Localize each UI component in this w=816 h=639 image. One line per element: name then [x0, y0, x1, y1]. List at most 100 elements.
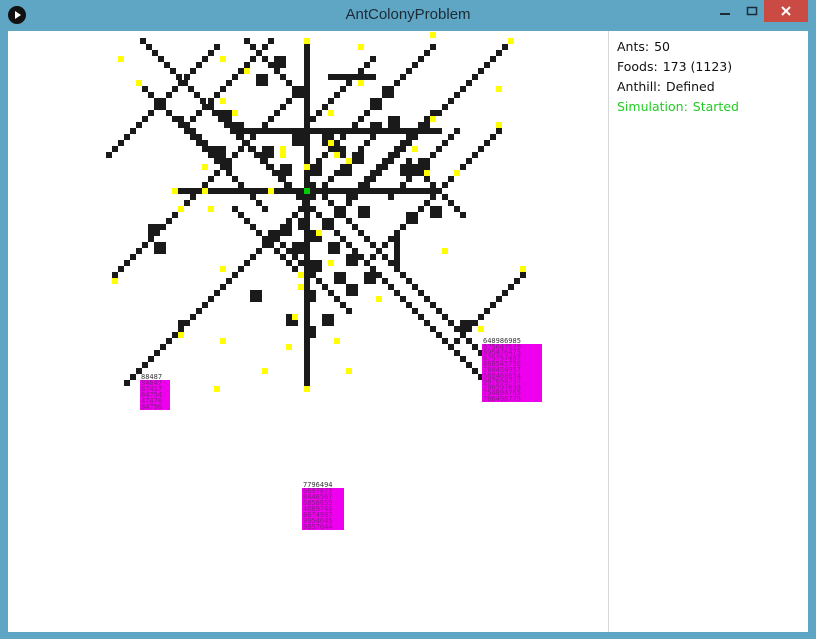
trail-cell: [436, 308, 442, 314]
trail-cell: [202, 140, 208, 146]
trail-cell: [370, 266, 376, 272]
trail-cell: [304, 104, 310, 110]
food-pellet: [118, 56, 124, 62]
trail-cluster: [418, 158, 430, 170]
trail-cell: [442, 182, 448, 188]
food-pellet: [346, 158, 352, 164]
trail-cell: [146, 44, 152, 50]
trail-cell: [352, 188, 358, 194]
trail-cell: [202, 104, 208, 110]
trail-cell: [400, 296, 406, 302]
trail-cell: [418, 290, 424, 296]
trail-cell: [238, 134, 244, 140]
trail-cell: [382, 188, 388, 194]
trail-cell: [280, 188, 286, 194]
trail-cell: [436, 146, 442, 152]
trail-cluster: [148, 224, 160, 236]
trail-cell: [208, 296, 214, 302]
trail-cell: [418, 206, 424, 212]
trail-cell: [442, 140, 448, 146]
trail-cell: [220, 164, 226, 170]
trail-cell: [232, 152, 238, 158]
food-pellet: [346, 368, 352, 374]
food-pellet: [508, 38, 514, 44]
trail-cell: [454, 350, 460, 356]
maximize-button[interactable]: [740, 0, 764, 22]
anthill: [304, 188, 310, 194]
trail-cell: [304, 320, 310, 326]
trail-cell: [346, 242, 352, 248]
trail-cell: [214, 170, 220, 176]
trail-cell: [346, 200, 352, 206]
trail-cell: [400, 224, 406, 230]
food-pellet: [358, 80, 364, 86]
trail-cell: [358, 230, 364, 236]
food-pellet: [328, 260, 334, 266]
food-pellet: [202, 164, 208, 170]
trail-cell: [370, 254, 376, 260]
trail-cell: [286, 182, 292, 188]
trail-cell: [274, 188, 280, 194]
trail-cell: [424, 128, 430, 134]
trail-cell: [304, 374, 310, 380]
trail-cell: [322, 224, 328, 230]
food-pellet: [298, 284, 304, 290]
client-area: 88487 84647 87417 84754 47476 84796 648986985 6…: [8, 31, 808, 632]
trail-cell: [424, 116, 430, 122]
trail-cell: [202, 302, 208, 308]
trail-cell: [364, 188, 370, 194]
trail-cell: [376, 170, 382, 176]
trail-cell: [304, 260, 310, 266]
trail-cell: [466, 80, 472, 86]
trail-cell: [304, 50, 310, 56]
trail-cell: [418, 170, 424, 176]
trail-cell: [304, 98, 310, 104]
trail-cell: [472, 368, 478, 374]
trail-cell: [388, 158, 394, 164]
close-button[interactable]: [764, 0, 808, 22]
trail-cell: [286, 218, 292, 224]
minimize-button[interactable]: [710, 0, 740, 22]
food-pellet: [358, 44, 364, 50]
simulation-canvas[interactable]: 88487 84647 87417 84754 47476 84796 648986985 6…: [8, 31, 608, 632]
trail-cell: [514, 278, 520, 284]
trail-cell: [328, 98, 334, 104]
trail-cell: [262, 236, 268, 242]
trail-cluster: [352, 152, 364, 164]
trail-cell: [418, 188, 424, 194]
trail-cell: [166, 218, 172, 224]
trail-cell: [382, 128, 388, 134]
trail-cell: [274, 128, 280, 134]
trail-cell: [304, 314, 310, 320]
trail-cell: [262, 44, 268, 50]
food-pellet: [202, 188, 208, 194]
trail-cell: [412, 284, 418, 290]
trail-cluster: [154, 242, 166, 254]
trail-cell: [220, 86, 226, 92]
trail-cell: [358, 254, 364, 260]
trail-cell: [400, 128, 406, 134]
trail-cell: [394, 146, 400, 152]
food-pellet: [208, 206, 214, 212]
foods-line: Foods: 173 (1123): [617, 59, 802, 79]
trail-cell: [256, 152, 262, 158]
trail-cell: [226, 164, 232, 170]
food-source-left: 884878464787417847544747684796: [140, 373, 170, 411]
trail-cell: [382, 254, 388, 260]
trail-cluster: [400, 164, 412, 176]
trail-cell: [196, 140, 202, 146]
trail-cell: [388, 188, 394, 194]
trail-cell: [316, 110, 322, 116]
food-pellet: [304, 38, 310, 44]
simulation-label: Simulation:: [617, 99, 688, 114]
trail-cell: [202, 146, 208, 152]
trail-cell: [448, 134, 454, 140]
trail-cluster: [460, 320, 472, 332]
food-pellet: [454, 170, 460, 176]
trail-cell: [232, 272, 238, 278]
trail-cell: [304, 338, 310, 344]
trail-cell: [164, 62, 170, 68]
trail-cell: [478, 68, 484, 74]
trail-cell: [304, 206, 310, 212]
trail-cell: [394, 260, 400, 266]
